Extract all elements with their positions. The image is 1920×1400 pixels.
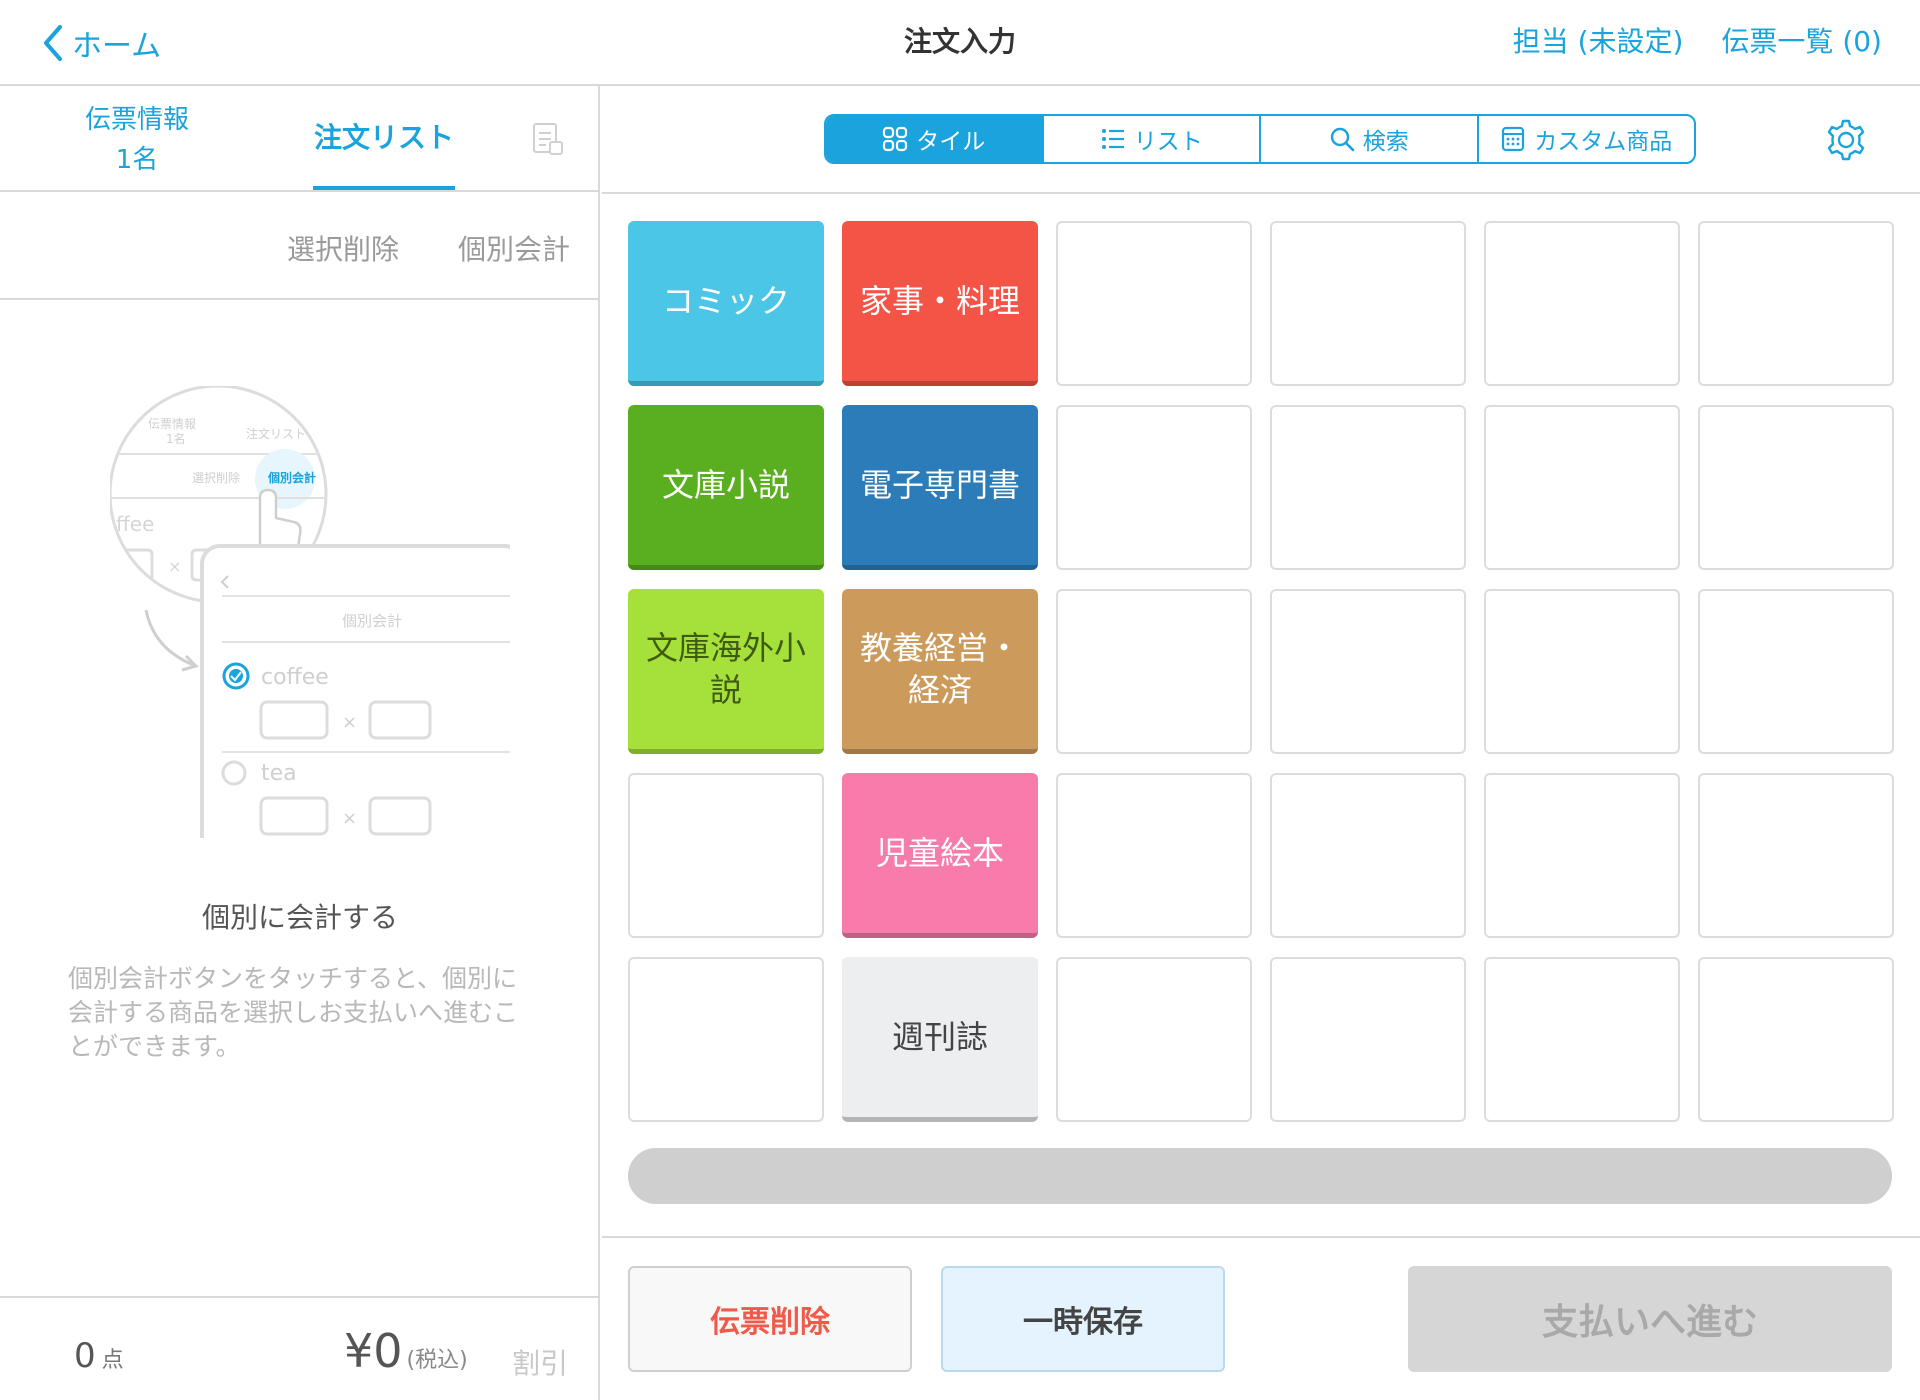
slip-list-link[interactable]: 伝票一覧 (0) [1721, 20, 1882, 60]
illus-tab1-sub: 1名 [166, 431, 186, 446]
active-tab-indicator [313, 186, 455, 190]
illus-item1: coffee [261, 665, 329, 690]
order-panel-tabs: 伝票情報 1名 注文リスト [0, 86, 600, 192]
item-count-value: 0 [74, 1336, 96, 1376]
product-category-tile[interactable]: 家事・料理 [842, 221, 1038, 386]
staff-selector[interactable]: 担当 (未設定) [1513, 20, 1684, 60]
empty-tile-slot [1056, 221, 1252, 386]
tab-slip-info[interactable]: 伝票情報 1名 [62, 100, 212, 180]
view-mode-custom-product-label: カスタム商品 [1534, 129, 1673, 155]
bottom-divider [602, 1236, 1920, 1238]
illus-item-partial: ffee [116, 512, 154, 536]
help-text: 個別会計ボタンをタッチすると、個別に会計する商品を選択しお支払いへ進むことができ… [68, 964, 519, 1061]
product-category-tile[interactable]: 教養経営・経済 [842, 589, 1038, 754]
empty-tile-slot [1056, 773, 1252, 938]
illus-action2: 個別会計 [267, 470, 316, 485]
view-mode-tile-label: タイル [916, 129, 986, 155]
order-total-value: ¥0 [344, 1324, 403, 1378]
empty-tile-slot [1484, 405, 1680, 570]
individual-checkout-button[interactable]: 個別会計 [458, 228, 570, 268]
empty-tile-slot [628, 957, 824, 1122]
search-icon [1330, 127, 1355, 152]
view-mode-switch: タイル リスト 検索 カスタム商品 [824, 114, 1696, 164]
empty-tile-slot [1484, 957, 1680, 1122]
order-actions: 選択削除 個別会計 [0, 192, 600, 300]
tile-grid-icon [883, 126, 908, 152]
illus-action1: 選択削除 [192, 470, 240, 485]
empty-tile-slot [1270, 589, 1466, 754]
empty-tile-slot [1484, 773, 1680, 938]
product-category-tile[interactable]: コミック [628, 221, 824, 386]
empty-tile-slot [1698, 589, 1894, 754]
tab-slip-info-label: 伝票情報 [84, 105, 189, 135]
illus-tab1: 伝票情報 [148, 417, 196, 431]
view-mode-search-label: 検索 [1362, 129, 1409, 155]
help-title: 個別に会計する [201, 901, 398, 934]
view-mode-list-label: リスト [1133, 129, 1203, 155]
product-category-tile[interactable]: 文庫海外小説 [628, 589, 824, 754]
delete-slip-button[interactable]: 伝票削除 [628, 1266, 912, 1372]
product-category-tile[interactable]: 週刊誌 [842, 957, 1038, 1122]
top-bar: ホーム 注文入力 担当 (未設定) 伝票一覧 (0) [0, 0, 1920, 86]
item-count: 0点 [74, 1336, 124, 1376]
empty-tile-slot [1056, 589, 1252, 754]
product-tile-grid: コミック 家事・料理 文庫小説 電子専門書 文庫海外小説 教養経営・経済 児童絵本週刊誌 [628, 221, 1894, 1122]
illus-times-2: × [342, 712, 357, 733]
illus-times-1: × [168, 557, 181, 576]
empty-tile-slot [1056, 957, 1252, 1122]
tax-note: (税込) [406, 1348, 468, 1373]
empty-tile-slot [1270, 405, 1466, 570]
order-total: ¥0 (税込) [344, 1324, 468, 1378]
product-category-tile[interactable]: 電子専門書 [842, 405, 1038, 570]
toolbar-divider [602, 192, 1920, 194]
page-scrollbar[interactable] [628, 1148, 1892, 1204]
individual-checkout-illustration: 伝票情報 1名 注文リスト 選択削除 個別会計 ffee × 個別会計 coff… [110, 386, 510, 856]
empty-tile-slot [1698, 221, 1894, 386]
empty-tile-slot [1270, 221, 1466, 386]
empty-tile-slot [1056, 405, 1252, 570]
view-mode-custom-product[interactable]: カスタム商品 [1476, 116, 1695, 162]
illus-action2-device: 個別会計 [342, 612, 402, 630]
empty-tile-slot [1484, 589, 1680, 754]
receipt-icon[interactable] [530, 122, 564, 156]
tab-order-list[interactable]: 注文リスト [313, 116, 455, 156]
product-category-tile[interactable]: 文庫小説 [628, 405, 824, 570]
illus-times-3: × [342, 808, 357, 829]
list-icon [1101, 129, 1124, 149]
illus-tab2: 注文リスト [246, 426, 306, 441]
item-count-unit: 点 [101, 1348, 124, 1373]
empty-tile-slot [1698, 957, 1894, 1122]
empty-tile-slot [1698, 405, 1894, 570]
order-summary: 0点 ¥0 (税込) 割引 [0, 1296, 600, 1400]
calculator-icon [1502, 126, 1525, 152]
view-mode-list[interactable]: リスト [1041, 116, 1260, 162]
temporary-save-button[interactable]: 一時保存 [941, 1266, 1225, 1372]
view-mode-search[interactable]: 検索 [1259, 116, 1477, 162]
empty-tile-slot [1484, 221, 1680, 386]
view-mode-tile[interactable]: タイル [826, 116, 1042, 162]
empty-tile-slot [1698, 773, 1894, 938]
illus-item2: tea [261, 761, 297, 786]
delete-selected-button[interactable]: 選択削除 [287, 228, 399, 268]
empty-tile-slot [1270, 773, 1466, 938]
product-panel: タイル リスト 検索 カスタム商品 コミック 家事・料理 文庫小説 電子専門書 … [602, 86, 1920, 1400]
discount-button[interactable]: 割引 [512, 1342, 568, 1382]
gear-icon[interactable] [1824, 118, 1868, 162]
product-category-tile[interactable]: 児童絵本 [842, 773, 1038, 938]
proceed-to-payment-button[interactable]: 支払いへ進む [1408, 1266, 1892, 1372]
order-panel: 伝票情報 1名 注文リスト 選択削除 個別会計 伝票情報 1名 注文リスト 選択… [0, 86, 600, 1400]
empty-tile-slot [1270, 957, 1466, 1122]
empty-tile-slot [628, 773, 824, 938]
tab-slip-info-guests: 1名 [115, 145, 159, 175]
